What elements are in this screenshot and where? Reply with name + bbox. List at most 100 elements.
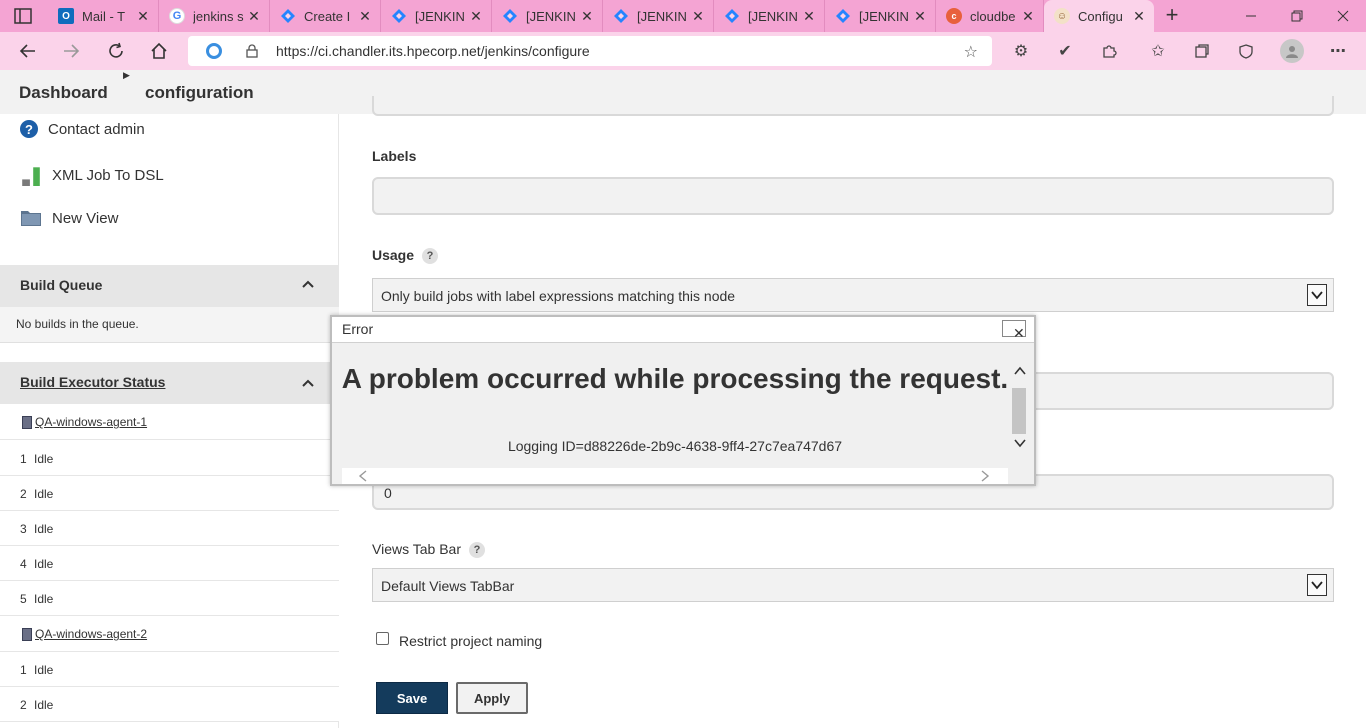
close-icon[interactable]: ✕ [356, 8, 374, 25]
sidebar-item-xml-job-to-dsl[interactable]: XML Job To DSL [20, 164, 164, 186]
restore-button[interactable] [1274, 0, 1320, 32]
save-button[interactable]: Save [376, 682, 448, 714]
breadcrumb-separator-icon[interactable]: ▶ [123, 70, 130, 81]
minimize-icon [1246, 15, 1256, 17]
help-icon[interactable]: ? [468, 542, 485, 558]
usage-selected-value: Only build jobs with label expressions m… [381, 288, 736, 304]
close-icon[interactable]: ✕ [245, 8, 263, 25]
chevron-down-icon[interactable] [1014, 438, 1026, 448]
lock-icon[interactable] [246, 44, 258, 58]
close-icon [1337, 10, 1349, 22]
url-text[interactable]: https://ci.chandler.its.hpecorp.net/jenk… [276, 43, 590, 59]
close-icon[interactable]: ✕ [134, 8, 152, 25]
dsl-icon [22, 167, 40, 186]
sidebar-item-contact-admin[interactable]: ? Contact admin [20, 120, 145, 138]
forward-button[interactable] [58, 39, 84, 63]
browser-tab-jenkins-issue-2[interactable]: [JENKIN ✕ [492, 0, 603, 32]
executor-number: 2 [20, 487, 27, 501]
profile-avatar-icon[interactable] [1280, 39, 1304, 63]
browser-tab-jenkins-issue-4[interactable]: [JENKIN ✕ [714, 0, 825, 32]
chevron-left-icon[interactable] [358, 470, 368, 482]
browser-essentials-icon[interactable] [1235, 40, 1257, 62]
extensions-puzzle-icon[interactable] [1098, 40, 1120, 62]
chevron-up-icon[interactable] [301, 376, 315, 390]
refresh-button[interactable] [103, 39, 129, 63]
tab-label: jenkins s [193, 8, 244, 24]
browser-tab-configure[interactable]: ☺ Configu ✕ [1044, 0, 1154, 32]
agent-link[interactable]: QA-windows-agent-1 [35, 415, 147, 429]
close-icon[interactable]: ✕ [1019, 8, 1037, 25]
minimize-button[interactable] [1228, 0, 1274, 32]
browser-tab-jenkins-issue-3[interactable]: [JENKIN ✕ [603, 0, 714, 32]
browser-tab-jenkins-issue-1[interactable]: [JENKIN ✕ [381, 0, 492, 32]
build-queue-empty-text: No builds in the queue. [16, 317, 139, 331]
executor-row: 2 Idle [0, 687, 339, 722]
scrollbar-thumb[interactable] [1012, 388, 1026, 434]
dialog-horizontal-scrollbar[interactable] [342, 468, 1008, 484]
apply-button[interactable]: Apply [456, 682, 528, 714]
views-tab-bar-select[interactable]: Default Views TabBar [372, 568, 1334, 602]
dialog-close-button[interactable]: ✕ [1002, 320, 1026, 341]
usage-label-text: Usage [372, 247, 415, 263]
close-icon[interactable]: ✕ [689, 8, 707, 25]
back-button[interactable] [15, 39, 41, 63]
breadcrumb-configuration[interactable]: configuration [145, 83, 254, 103]
jira-icon [724, 8, 740, 24]
breadcrumb-dashboard[interactable]: Dashboard [19, 83, 108, 103]
usage-select[interactable]: Only build jobs with label expressions m… [372, 278, 1334, 312]
collections-icon[interactable] [1191, 40, 1213, 62]
more-options-icon[interactable]: ⋯ [1327, 40, 1349, 62]
close-icon[interactable]: ✕ [1130, 8, 1148, 25]
close-window-button[interactable] [1320, 0, 1366, 32]
build-queue-body: No builds in the queue. [0, 307, 339, 343]
logging-id-text: Logging ID=d88226de-2b9c-4638-9ff4-27c7e… [507, 438, 843, 454]
executor-number: 3 [20, 522, 27, 536]
checkmark-extension-icon[interactable]: ✔ [1054, 40, 1076, 62]
build-executor-status-title[interactable]: Build Executor Status [20, 374, 165, 390]
build-queue-header[interactable]: Build Queue [0, 265, 339, 307]
restrict-project-naming-checkbox[interactable] [376, 632, 389, 645]
dialog-vertical-scrollbar[interactable] [1008, 344, 1032, 468]
close-icon[interactable]: ✕ [578, 8, 596, 25]
chevron-down-icon[interactable] [1307, 284, 1327, 306]
executor-status: Idle [34, 698, 54, 712]
close-icon[interactable]: ✕ [800, 8, 818, 25]
ie-mode-icon[interactable] [206, 43, 222, 59]
browser-tab-cloudbees[interactable]: c cloudbe ✕ [936, 0, 1044, 32]
home-button[interactable] [146, 39, 172, 63]
views-tab-bar-selected-value: Default Views TabBar [381, 578, 515, 594]
dialog-body: A problem occurred while processing the … [332, 344, 1008, 468]
labels-input[interactable] [372, 177, 1334, 215]
add-favorite-icon[interactable]: ☆ [964, 42, 978, 62]
error-heading: A problem occurred while processing the … [341, 363, 1009, 394]
browser-tab-create-issue[interactable]: Create I ✕ [270, 0, 381, 32]
browser-tab-mail[interactable]: O Mail - T ✕ [48, 0, 159, 32]
new-tab-button[interactable]: + [1160, 4, 1184, 28]
partial-text-field[interactable] [372, 96, 1334, 116]
address-bar[interactable]: https://ci.chandler.its.hpecorp.net/jenk… [188, 36, 992, 66]
executor-status: Idle [34, 663, 54, 677]
tab-label: [JENKIN [637, 8, 687, 24]
close-icon[interactable]: ✕ [467, 8, 485, 25]
extension-settings-icon[interactable]: ⚙ [1010, 40, 1032, 62]
sidebar-item-new-view[interactable]: New View [20, 208, 118, 228]
favorites-icon[interactable]: ✩ [1147, 40, 1169, 62]
close-icon[interactable]: ✕ [911, 8, 929, 25]
tab-label: cloudbe [970, 8, 1016, 24]
tab-actions-icon[interactable] [12, 6, 34, 26]
chevron-right-icon[interactable] [980, 470, 990, 482]
sidebar-item-label: New View [52, 209, 119, 227]
browser-tab-google[interactable]: G jenkins s ✕ [159, 0, 270, 32]
restrict-project-naming-label[interactable]: Restrict project naming [399, 633, 542, 649]
jira-icon [280, 8, 296, 24]
tab-label: [JENKIN [415, 8, 465, 24]
dialog-title-bar[interactable]: Error ✕ [332, 317, 1034, 343]
chevron-up-icon[interactable] [301, 277, 315, 291]
cloudbees-icon: c [946, 8, 962, 24]
chevron-up-icon[interactable] [1014, 366, 1026, 376]
browser-tab-jenkins-issue-5[interactable]: [JENKIN ✕ [825, 0, 936, 32]
build-executor-status-header[interactable]: Build Executor Status [0, 362, 339, 404]
chevron-down-icon[interactable] [1307, 574, 1327, 596]
agent-link[interactable]: QA-windows-agent-2 [35, 627, 147, 641]
help-icon[interactable]: ? [422, 248, 439, 264]
